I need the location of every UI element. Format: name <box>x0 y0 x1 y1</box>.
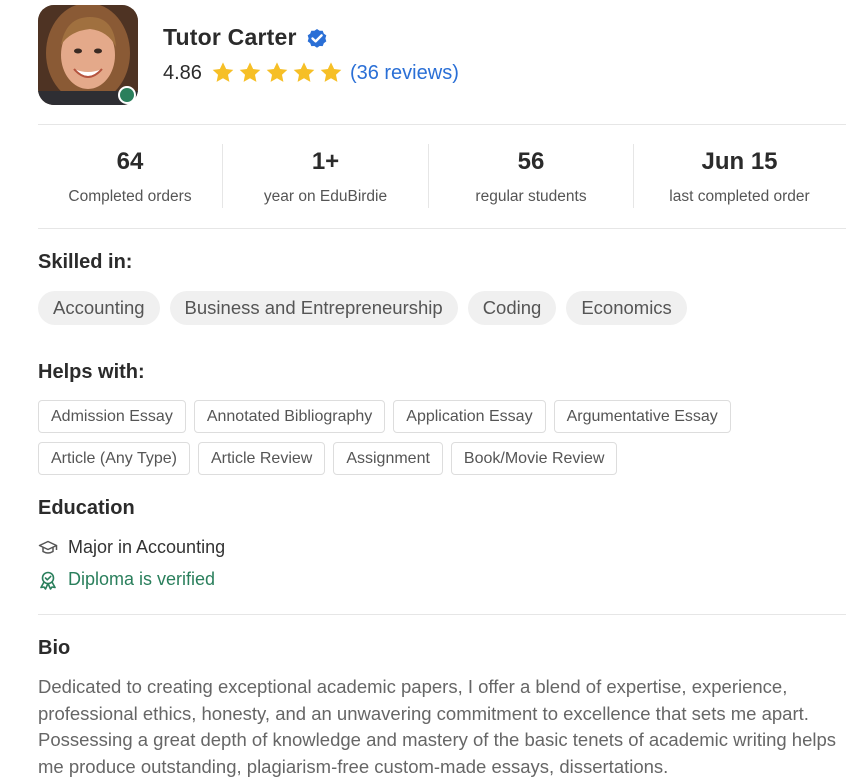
helps-with-title: Helps with: <box>38 361 145 383</box>
education-title: Education <box>38 497 135 519</box>
stat-completed-orders: 64 Completed orders <box>38 140 222 210</box>
help-tag[interactable]: Assignment <box>333 442 443 475</box>
divider <box>38 614 846 615</box>
verified-badge-icon <box>307 28 326 48</box>
stat-value: 64 <box>116 148 144 175</box>
skill-chip[interactable]: Accounting <box>38 291 160 325</box>
award-ribbon-icon <box>40 571 56 590</box>
divider <box>38 124 846 125</box>
stats-bar: 64 Completed orders 1+ year on EduBirdie… <box>38 140 846 210</box>
skill-chip[interactable]: Business and Entrepreneurship <box>169 291 458 325</box>
bio-text: Dedicated to creating exceptional academ… <box>38 676 837 777</box>
tutor-profile: Tutor Carter 4.86 (36 reviews) 64 Comple… <box>0 0 861 780</box>
tutor-name: Tutor Carter <box>163 24 297 50</box>
diploma-verified-row: Diploma is verified <box>38 569 215 590</box>
star-icon <box>212 62 234 82</box>
skill-chips: Accounting Business and Entrepreneurship… <box>38 291 687 325</box>
stat-label: last completed order <box>669 188 810 205</box>
reviews-link[interactable]: (36 reviews) <box>350 62 459 85</box>
star-icon <box>239 62 261 82</box>
skilled-in-title: Skilled in: <box>38 251 133 273</box>
help-tag[interactable]: Admission Essay <box>38 400 186 433</box>
help-tag[interactable]: Application Essay <box>393 400 546 433</box>
diploma-verified-text: Diploma is verified <box>68 569 216 589</box>
graduation-cap-icon <box>38 540 58 554</box>
stat-regular-students: 56 regular students <box>429 140 633 210</box>
help-tag[interactable]: Argumentative Essay <box>553 400 731 433</box>
stat-years: 1+ year on EduBirdie <box>223 140 428 210</box>
education-major: Major in Accounting <box>68 537 226 557</box>
rating-row: 4.86 (36 reviews) <box>163 60 459 86</box>
name-row: Tutor Carter <box>163 24 329 51</box>
online-status-dot <box>118 86 136 104</box>
stat-last-order: Jun 15 last completed order <box>634 140 845 210</box>
rating-value: 4.86 <box>163 61 202 84</box>
help-tag[interactable]: Book/Movie Review <box>450 442 618 475</box>
star-icon <box>266 62 288 82</box>
stat-value: 56 <box>517 148 545 175</box>
education-major-row: Major in Accounting <box>38 537 225 558</box>
skill-chip[interactable]: Coding <box>467 291 557 325</box>
help-tag[interactable]: Annotated Bibliography <box>193 400 386 433</box>
help-tags: Admission Essay Annotated Bibliography A… <box>38 400 798 475</box>
help-tag[interactable]: Article Review <box>197 442 326 475</box>
bio-title: Bio <box>38 637 71 659</box>
divider <box>38 228 846 229</box>
star-icon <box>293 62 315 82</box>
stat-value: 1+ <box>311 148 340 175</box>
stat-value: Jun 15 <box>701 148 778 175</box>
stat-label: regular students <box>475 188 587 205</box>
star-icon <box>320 62 342 82</box>
skill-chip[interactable]: Economics <box>566 291 687 325</box>
stat-label: Completed orders <box>68 188 192 205</box>
star-rating <box>210 60 344 86</box>
stat-label: year on EduBirdie <box>263 188 388 205</box>
help-tag[interactable]: Article (Any Type) <box>38 442 190 475</box>
